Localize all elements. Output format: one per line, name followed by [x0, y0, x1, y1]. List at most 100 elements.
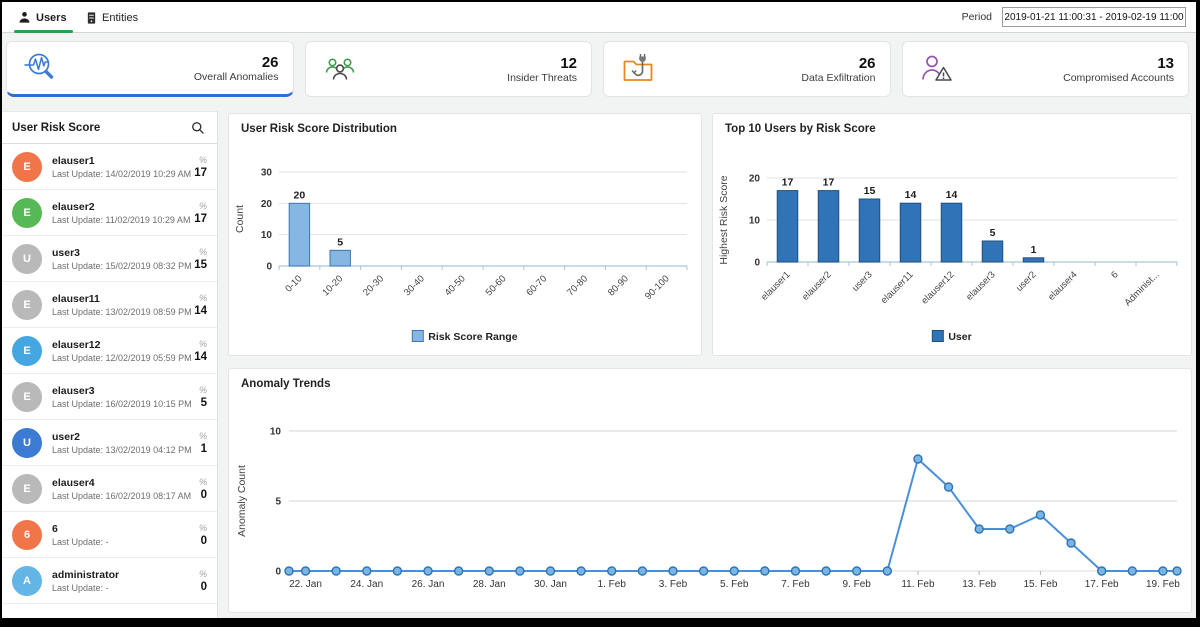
kpi-card-compromised-accounts[interactable]: 13 Compromised Accounts	[901, 41, 1189, 97]
avatar: E	[12, 151, 42, 182]
svg-text:5: 5	[990, 227, 996, 239]
percent-icon: %	[198, 384, 207, 395]
svg-text:22. Jan: 22. Jan	[289, 579, 322, 590]
svg-text:13. Feb: 13. Feb	[962, 579, 996, 590]
user-risk-list-item[interactable]: A administrator Last Update: - % 0	[2, 558, 217, 604]
svg-text:11. Feb: 11. Feb	[901, 579, 935, 590]
svg-text:6: 6	[1109, 269, 1121, 281]
kpi-value: 26	[261, 53, 279, 71]
svg-text:14: 14	[946, 189, 958, 201]
percent-icon: %	[198, 200, 207, 211]
svg-text:0: 0	[275, 567, 281, 578]
user-risk-score-value: 17	[194, 212, 207, 225]
user-risk-score-value: 1	[200, 442, 207, 455]
entities-icon	[87, 11, 96, 24]
top-navigation-bar: Users Entities Period 2019-01-21 11:00:3…	[2, 2, 1196, 33]
svg-text:10: 10	[749, 216, 761, 227]
user-risk-list-item[interactable]: U user2 Last Update: 13/02/2019 04:12 PM…	[2, 420, 217, 466]
svg-text:80-90: 80-90	[606, 273, 631, 298]
tab-users-label: Users	[36, 11, 67, 24]
svg-text:20: 20	[749, 174, 761, 185]
kpi-card-data-exfiltration[interactable]: 26 Data Exfiltration	[603, 41, 891, 97]
kpi-card-overall-anomalies[interactable]: 26 Overall Anomalies	[6, 41, 294, 97]
user-name: elauser11	[52, 292, 100, 305]
svg-text:30. Jan: 30. Jan	[534, 579, 567, 590]
user-name: 6	[52, 522, 58, 535]
user-last-update: Last Update: 14/02/2019 10:29 AM	[52, 168, 192, 179]
compromised-accounts-icon	[921, 55, 952, 81]
user-risk-score-value: 14	[194, 304, 207, 317]
avatar: U	[12, 427, 42, 458]
percent-icon: %	[198, 476, 207, 487]
user-risk-list-item[interactable]: E elauser12 Last Update: 12/02/2019 05:5…	[2, 328, 217, 374]
svg-text:10: 10	[270, 427, 282, 438]
svg-text:20: 20	[294, 189, 306, 201]
user-last-update: Last Update: 13/02/2019 08:59 PM	[52, 306, 192, 317]
kpi-value: 12	[560, 54, 577, 72]
svg-text:26. Jan: 26. Jan	[412, 579, 445, 590]
svg-text:0: 0	[266, 262, 272, 273]
svg-text:User: User	[948, 331, 971, 343]
user-risk-list-item[interactable]: U user3 Last Update: 15/02/2019 08:32 PM…	[2, 236, 217, 282]
svg-text:7. Feb: 7. Feb	[781, 579, 810, 590]
user-name: administrator	[52, 568, 120, 581]
percent-icon: %	[198, 292, 207, 303]
anomaly-trends-panel: Anomaly Trends 0 5 10 Anomaly Count 22. Jan 2…	[228, 368, 1192, 613]
user-name: elauser1	[52, 154, 95, 167]
svg-text:40-50: 40-50	[443, 273, 468, 298]
svg-text:9. Feb: 9. Feb	[843, 579, 872, 590]
kpi-value: 26	[858, 54, 876, 72]
svg-text:1: 1	[1031, 244, 1037, 256]
user-risk-score-sidebar: User Risk Score E elauser1 Last Update: …	[2, 111, 218, 618]
tab-entities-label: Entities	[102, 11, 139, 24]
user-name: elauser2	[52, 200, 95, 213]
svg-text:10: 10	[261, 230, 273, 241]
svg-text:14: 14	[905, 189, 917, 201]
user-risk-list-item[interactable]: E elauser11 Last Update: 13/02/2019 08:5…	[2, 282, 217, 328]
user-risk-list-item[interactable]: E elauser2 Last Update: 11/02/2019 10:29…	[2, 190, 217, 236]
svg-text:elauser11: elauser11	[879, 269, 916, 306]
svg-text:elauser1: elauser1	[759, 269, 793, 303]
svg-text:elauser3: elauser3	[964, 269, 998, 303]
search-icon[interactable]	[191, 121, 205, 135]
avatar: 6	[12, 519, 42, 550]
kpi-card-insider-threats[interactable]: 12 Insider Threats	[304, 41, 592, 97]
user-icon	[19, 12, 30, 23]
user-risk-list: E elauser1 Last Update: 14/02/2019 10:29…	[2, 144, 217, 604]
svg-text:20-30: 20-30	[361, 273, 386, 298]
user-last-update: Last Update: 13/02/2019 04:12 PM	[52, 444, 192, 455]
anomaly-trends-chart: 0 5 10 Anomaly Count 22. Jan 24. Jan 26. Jan 28…	[236, 427, 1182, 590]
kpi-label: Data Exfiltration	[801, 71, 876, 84]
user-risk-list-item[interactable]: E elauser4 Last Update: 16/02/2019 08:17…	[2, 466, 217, 512]
tab-users[interactable]: Users	[14, 2, 73, 33]
data-exfiltration-icon	[623, 54, 653, 81]
user-risk-score-value: 5	[200, 396, 207, 409]
kpi-value: 13	[1157, 54, 1174, 72]
user-name: elauser12	[52, 338, 101, 351]
user-last-update: Last Update: 16/02/2019 10:15 PM	[52, 398, 192, 409]
svg-text:50-60: 50-60	[484, 273, 509, 298]
period-range-input[interactable]: 2019-01-21 11:00:31 - 2019-02-19 11:00	[1002, 7, 1186, 27]
user-risk-list-item[interactable]: E elauser3 Last Update: 16/02/2019 10:15…	[2, 374, 217, 420]
svg-text:Risk Score Range: Risk Score Range	[428, 331, 517, 343]
user-risk-list-item[interactable]: 6 6 Last Update: - % 0	[2, 512, 217, 558]
svg-text:user3: user3	[850, 269, 875, 294]
svg-text:3. Feb: 3. Feb	[659, 579, 688, 590]
user-risk-score-distribution-panel: User Risk Score Distribution 0 10 20 30 Coun…	[228, 113, 702, 356]
percent-icon: %	[198, 430, 207, 441]
kpi-label: Insider Threats	[507, 71, 577, 84]
svg-text:1. Feb: 1. Feb	[598, 579, 627, 590]
svg-text:28. Jan: 28. Jan	[473, 579, 506, 590]
period-label: Period	[961, 11, 992, 23]
top10-users-by-risk-score-chart: 0 10 20 Highest Risk Score 17 elauser1 17 elaus…	[718, 174, 1178, 343]
svg-text:Administ...: Administ...	[1122, 269, 1161, 308]
percent-icon: %	[198, 154, 207, 165]
kpi-label: Compromised Accounts	[1063, 71, 1174, 84]
svg-text:15: 15	[864, 185, 876, 197]
user-last-update: Last Update: 11/02/2019 10:29 AM	[52, 214, 191, 225]
user-risk-list-item[interactable]: E elauser1 Last Update: 14/02/2019 10:29…	[2, 144, 217, 190]
user-risk-score-value: 0	[200, 488, 207, 501]
tab-entities[interactable]: Entities	[86, 2, 138, 33]
percent-icon: %	[198, 246, 207, 257]
svg-text:30: 30	[261, 168, 273, 179]
